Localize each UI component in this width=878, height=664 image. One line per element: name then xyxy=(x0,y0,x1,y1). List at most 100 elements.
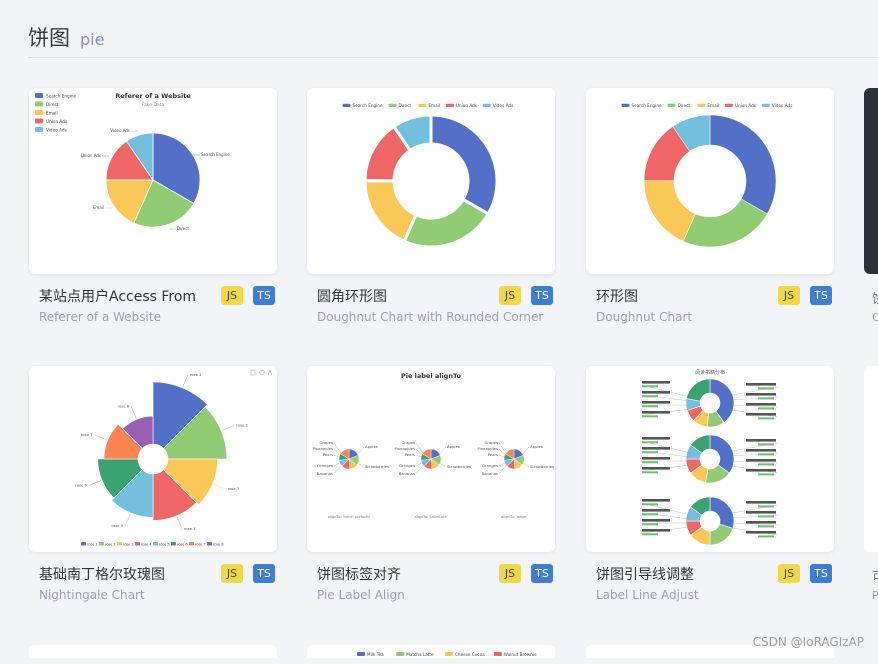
js-badge[interactable]: JS xyxy=(499,286,521,305)
legend-label: Email xyxy=(707,103,719,108)
pie-label: Pineapples xyxy=(394,446,415,451)
legend-swatch xyxy=(445,103,454,107)
chart-thumbnail[interactable]: Search Engine Direct Email Union Ads Video A… xyxy=(586,88,834,274)
pie-slice xyxy=(402,197,491,249)
label-text-block xyxy=(642,381,670,384)
example-card[interactable]: Referer of a Website Fake Data Search En… xyxy=(29,88,277,328)
legend-label: Matcha Latte xyxy=(406,652,434,657)
label-text-block xyxy=(746,383,776,386)
example-card[interactable]: 阅读书籍分布 饼图引导线调整 Label Line Adjust JS TS xyxy=(586,366,834,606)
legend-swatch xyxy=(697,103,706,107)
partial-card-subtitle: C xyxy=(872,311,878,324)
chart-thumbnail[interactable]: rose 1 rose 2 rose 3 rose 4 rose 5 rose 6 rose… xyxy=(29,366,277,552)
doughnut-rounded-thumbnail: Search Engine Direct Email Union Ads Video A… xyxy=(342,103,513,249)
legend-swatch xyxy=(388,103,397,107)
legend-label: rose 4 xyxy=(141,543,151,547)
legend-label: Milk Tea xyxy=(367,652,384,657)
legend-label: rose 5 xyxy=(159,543,169,547)
pie-label: Grapes xyxy=(319,440,333,445)
legend-swatch xyxy=(153,542,158,546)
label-value-block xyxy=(758,525,774,528)
legend-swatch xyxy=(357,652,365,656)
legend-label: Cheese Cocoa xyxy=(455,652,485,657)
js-badge[interactable]: JS xyxy=(778,564,800,583)
ts-badge[interactable]: TS xyxy=(253,286,275,305)
legend-swatch xyxy=(99,542,104,546)
pie-thumbnail: Referer of a Website Fake Data Search En… xyxy=(35,92,230,231)
card-title[interactable]: 某站点用户Access From xyxy=(39,286,196,306)
legend-label: rose 2 xyxy=(105,543,115,547)
restore-icon[interactable] xyxy=(259,369,265,376)
label-value-block xyxy=(758,505,774,508)
pie-label: Pears xyxy=(488,452,498,457)
legend-swatch xyxy=(724,103,733,107)
download-icon[interactable] xyxy=(267,369,273,376)
partial-card-thumbnail[interactable] xyxy=(864,366,878,552)
card-title[interactable]: 圆角环形图 xyxy=(317,286,387,306)
card-subtitle: Doughnut Chart with Rounded Corner xyxy=(317,310,544,324)
js-badge[interactable]: JS xyxy=(499,564,521,583)
card-title[interactable]: 饼图引导线调整 xyxy=(596,564,694,584)
pie-label: Oranges xyxy=(399,463,415,468)
chart-title: 阅读书籍分布 xyxy=(695,369,725,376)
js-badge[interactable]: JS xyxy=(778,286,800,305)
label-line xyxy=(415,442,424,454)
legend-label: rose 3 xyxy=(123,543,133,547)
label-text-block xyxy=(746,403,776,406)
label-text-block xyxy=(642,437,670,440)
label-value-block xyxy=(642,415,658,418)
chart-thumbnail[interactable]: Search Engine Direct Email Union Ads Video A… xyxy=(307,88,555,274)
rose-label: rose 6 xyxy=(75,483,87,488)
card-title[interactable]: 饼图标签对齐 xyxy=(317,564,401,584)
legend-swatch xyxy=(761,103,770,107)
label-line xyxy=(88,480,102,486)
slice-label: Direct xyxy=(177,226,189,231)
legend-label: Union Ads xyxy=(46,119,67,124)
chart-thumbnail[interactable]: 阅读书籍分布 xyxy=(586,366,834,552)
chart-thumbnail[interactable]: Pie label alignTo Grapes Pineapples Pears O… xyxy=(307,366,555,552)
next-row-card[interactable] xyxy=(29,645,277,658)
example-card[interactable]: rose 1 rose 2 rose 3 rose 4 rose 5 rose 6 rose… xyxy=(29,366,277,606)
card-title[interactable]: 环形图 xyxy=(596,286,638,306)
ts-badge[interactable]: TS xyxy=(531,564,553,583)
example-card[interactable]: Search Engine Direct Email Union Ads Video A… xyxy=(307,88,555,328)
js-badge[interactable]: JS xyxy=(221,564,243,583)
slice-label: Search Engine xyxy=(201,152,230,157)
label-value-block xyxy=(758,535,774,538)
legend-swatch xyxy=(35,127,43,132)
card-title[interactable]: 基础南丁格尔玫瑰图 xyxy=(39,564,165,584)
pie-label: Oranges xyxy=(482,463,498,468)
legend-label: Video Ads xyxy=(772,103,793,108)
section-subtitle: pie xyxy=(80,30,105,49)
example-card[interactable]: Search Engine Direct Email Union Ads Video A… xyxy=(586,88,834,328)
chart-title: Referer of a Website xyxy=(115,92,191,100)
label-line xyxy=(356,462,365,468)
legend-swatch xyxy=(493,652,502,656)
rose-label: rose 3 xyxy=(228,486,240,491)
ts-badge[interactable]: TS xyxy=(253,564,275,583)
partial-card-title[interactable]: 饼 xyxy=(872,288,878,307)
align-caption: alignTo: 'none' (default) xyxy=(328,515,371,519)
page-heading: 饼图 pie xyxy=(28,22,104,52)
label-text-block xyxy=(642,411,670,414)
ts-badge[interactable]: TS xyxy=(810,564,832,583)
example-card[interactable]: Pie label alignTo Grapes Pineapples Pears O… xyxy=(307,366,555,606)
legend-swatch xyxy=(418,103,427,107)
legend-label: Direct xyxy=(399,103,412,108)
label-text-block xyxy=(746,393,776,396)
save-icon[interactable] xyxy=(250,369,256,376)
partial-card-thumbnail[interactable] xyxy=(864,88,878,274)
partial-card-title[interactable]: 可 xyxy=(872,566,878,585)
legend-swatch xyxy=(621,103,630,107)
js-badge[interactable]: JS xyxy=(221,286,243,305)
ts-badge[interactable]: TS xyxy=(531,286,553,305)
next-row-card[interactable]: Milk Tea Matcha Latte Cheese Cocoa Walnut B… xyxy=(307,645,555,658)
label-value-block xyxy=(642,441,658,444)
label-line xyxy=(438,446,447,455)
label-line xyxy=(176,516,183,529)
chart-thumbnail[interactable]: Referer of a Website Fake Data Search En… xyxy=(29,88,277,274)
ts-badge[interactable]: TS xyxy=(810,286,832,305)
label-value-block xyxy=(758,397,774,400)
toolbox xyxy=(250,369,273,376)
label-line xyxy=(125,513,131,526)
